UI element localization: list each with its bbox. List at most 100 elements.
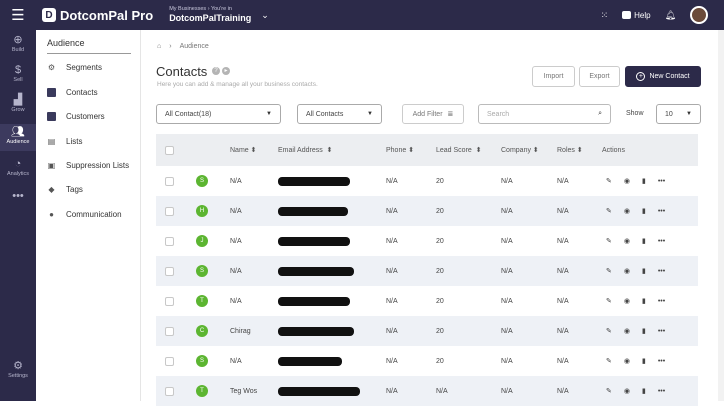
edit-icon[interactable]: ✎ xyxy=(606,297,612,305)
header-roles[interactable]: Roles ⬍ xyxy=(557,134,583,166)
more-icon[interactable]: ••• xyxy=(658,178,665,185)
delete-icon[interactable]: ▮ xyxy=(642,237,646,245)
nav-sell[interactable]: $ Sell xyxy=(0,64,36,83)
more-icon[interactable]: ••• xyxy=(658,208,665,215)
more-icon[interactable]: ••• xyxy=(658,358,665,365)
contact-name[interactable]: N/A xyxy=(230,196,242,226)
row-checkbox[interactable] xyxy=(165,206,174,216)
view-icon[interactable]: ◉ xyxy=(624,207,630,215)
view-icon[interactable]: ◉ xyxy=(624,297,630,305)
contact-filter-select[interactable]: All Contact(18) ▼ xyxy=(156,104,281,124)
header-company[interactable]: Company ⬍ xyxy=(501,134,539,166)
subnav-item-customers[interactable]: Customers xyxy=(47,112,139,121)
view-icon[interactable]: ◉ xyxy=(624,267,630,275)
header-name[interactable]: Name ⬍ xyxy=(230,134,257,166)
bell-icon[interactable]: 🔔︎ xyxy=(665,10,676,21)
row-actions: ✎ ◉ ▮ ••• xyxy=(606,196,665,226)
view-icon[interactable]: ◉ xyxy=(624,177,630,185)
more-icon[interactable]: ••• xyxy=(658,298,665,305)
contact-name[interactable]: N/A xyxy=(230,286,242,316)
edit-icon[interactable]: ✎ xyxy=(606,267,612,275)
view-icon[interactable]: ◉ xyxy=(624,327,630,335)
subnav-item-segments[interactable]: ⚙ Segments xyxy=(47,63,139,72)
import-button[interactable]: Import xyxy=(532,66,575,87)
search-icon[interactable]: ⌕ xyxy=(598,110,602,118)
subnav-item-suppression[interactable]: ▣ Suppression Lists xyxy=(47,161,139,170)
view-icon[interactable]: ◉ xyxy=(624,237,630,245)
table-row[interactable]: T Teg Wos N/A N/A N/A N/A ✎ ◉ ▮ ••• xyxy=(156,376,698,406)
new-contact-button[interactable]: + New Contact xyxy=(625,66,701,87)
help-button[interactable]: Help xyxy=(622,11,651,20)
apps-grid-icon[interactable]: ⁙ xyxy=(601,10,609,21)
subnav-item-tags[interactable]: ◆ Tags xyxy=(47,185,139,194)
delete-icon[interactable]: ▮ xyxy=(642,207,646,215)
contact-name[interactable]: Teg Wos xyxy=(230,376,257,406)
edit-icon[interactable]: ✎ xyxy=(606,237,612,245)
view-icon[interactable]: ◉ xyxy=(624,387,630,395)
nav-grow[interactable]: ▟ Grow xyxy=(0,94,36,113)
chevron-down-icon[interactable]: ⌄ xyxy=(261,10,269,21)
contact-name[interactable]: Chirag xyxy=(230,316,251,346)
contact-name[interactable]: N/A xyxy=(230,346,242,376)
page-size-select[interactable]: 10 ▼ xyxy=(656,104,701,124)
nav-audience[interactable]: 👥︎ Audience xyxy=(0,124,36,151)
row-checkbox[interactable] xyxy=(165,386,174,396)
header-lead-score[interactable]: Lead Score ⬍ xyxy=(436,134,482,166)
export-button[interactable]: Export xyxy=(579,66,620,87)
table-row[interactable]: T N/A N/A 20 N/A N/A ✎ ◉ ▮ ••• xyxy=(156,286,698,316)
row-checkbox[interactable] xyxy=(165,266,174,276)
header-phone[interactable]: Phone ⬍ xyxy=(386,134,414,166)
row-checkbox[interactable] xyxy=(165,356,174,366)
table-row[interactable]: C Chirag N/A 20 N/A N/A ✎ ◉ ▮ ••• xyxy=(156,316,698,346)
delete-icon[interactable]: ▮ xyxy=(642,297,646,305)
table-row[interactable]: S N/A N/A 20 N/A N/A ✎ ◉ ▮ ••• xyxy=(156,256,698,286)
contact-name[interactable]: N/A xyxy=(230,256,242,286)
edit-icon[interactable]: ✎ xyxy=(606,177,612,185)
avatar[interactable] xyxy=(690,6,708,24)
subnav-item-communication[interactable]: ● Communication xyxy=(47,210,139,219)
list-filter-select[interactable]: All Contacts ▼ xyxy=(297,104,382,124)
edit-icon[interactable]: ✎ xyxy=(606,327,612,335)
delete-icon[interactable]: ▮ xyxy=(642,387,646,395)
header-email[interactable]: Email Address ⬍ xyxy=(278,134,333,166)
business-switcher[interactable]: My Businesses › You're in DotcomPalTrain… xyxy=(169,7,251,23)
table-row[interactable]: S N/A N/A 20 N/A N/A ✎ ◉ ▮ ••• xyxy=(156,166,698,196)
row-checkbox[interactable] xyxy=(165,236,174,246)
row-checkbox[interactable] xyxy=(165,326,174,336)
edit-icon[interactable]: ✎ xyxy=(606,387,612,395)
contact-name[interactable]: N/A xyxy=(230,226,242,256)
row-checkbox[interactable] xyxy=(165,296,174,306)
nav-more[interactable]: ••• xyxy=(0,190,36,203)
help-icon[interactable]: ? xyxy=(212,67,220,75)
more-icon[interactable]: ••• xyxy=(658,328,665,335)
row-checkbox[interactable] xyxy=(165,176,174,186)
nav-build[interactable]: ⊕ Build xyxy=(0,34,36,53)
more-icon[interactable]: ••• xyxy=(658,388,665,395)
subnav-item-contacts[interactable]: Contacts xyxy=(47,88,139,97)
nav-analytics[interactable]: ◔ Analytics xyxy=(0,158,36,177)
delete-icon[interactable]: ▮ xyxy=(642,177,646,185)
select-all-checkbox[interactable] xyxy=(165,145,174,155)
contact-name[interactable]: N/A xyxy=(230,166,242,196)
home-icon[interactable]: ⌂ xyxy=(157,43,161,50)
edit-icon[interactable]: ✎ xyxy=(606,357,612,365)
more-icon[interactable]: ••• xyxy=(658,238,665,245)
video-icon[interactable]: ▸ xyxy=(222,67,230,75)
brand[interactable]: D DotcomPal Pro xyxy=(42,8,153,23)
delete-icon[interactable]: ▮ xyxy=(642,267,646,275)
table-row[interactable]: H N/A N/A 20 N/A N/A ✎ ◉ ▮ ••• xyxy=(156,196,698,226)
view-icon[interactable]: ◉ xyxy=(624,357,630,365)
more-icon[interactable]: ••• xyxy=(658,268,665,275)
hamburger-icon[interactable]: ☰ xyxy=(0,0,36,30)
scrollbar[interactable] xyxy=(718,30,724,401)
table-row[interactable]: S N/A N/A 20 N/A N/A ✎ ◉ ▮ ••• xyxy=(156,346,698,376)
search-input[interactable]: Search ⌕ xyxy=(478,104,611,124)
delete-icon[interactable]: ▮ xyxy=(642,327,646,335)
nav-settings[interactable]: ⚙ Settings xyxy=(0,360,36,379)
breadcrumb-audience[interactable]: Audience xyxy=(180,43,209,50)
add-filter-button[interactable]: Add Filter ≣ xyxy=(402,104,464,124)
table-row[interactable]: J N/A N/A 20 N/A N/A ✎ ◉ ▮ ••• xyxy=(156,226,698,256)
delete-icon[interactable]: ▮ xyxy=(642,357,646,365)
subnav-item-lists[interactable]: ▤ Lists xyxy=(47,137,139,146)
edit-icon[interactable]: ✎ xyxy=(606,207,612,215)
